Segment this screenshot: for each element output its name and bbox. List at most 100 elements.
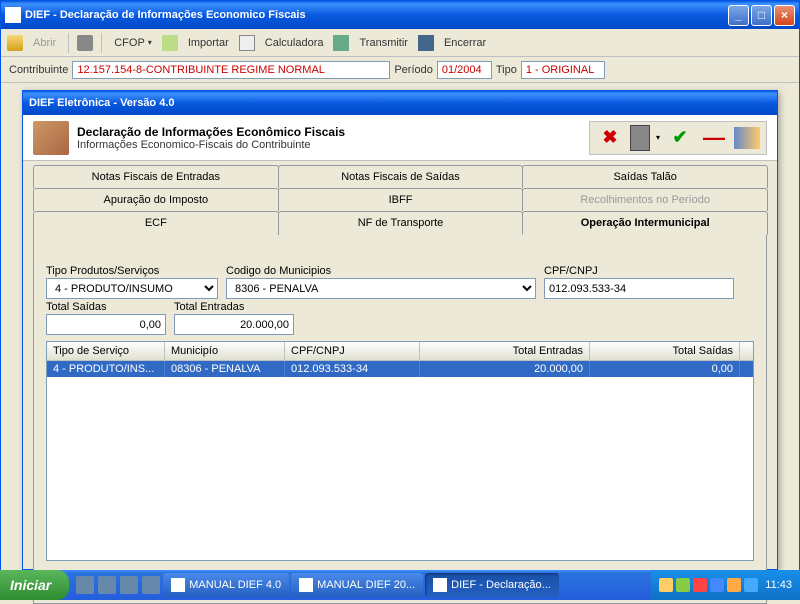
taskbar-items: MANUAL DIEF 4.0 MANUAL DIEF 20... DIEF -… (75, 573, 651, 597)
calculator-icon[interactable] (239, 35, 255, 51)
ie-icon[interactable] (76, 576, 94, 594)
tray-icon[interactable] (727, 578, 741, 592)
separator (68, 33, 69, 53)
tab-recolhimentos[interactable]: Recolhimentos no Período (522, 188, 768, 211)
main-titlebar[interactable]: DIEF - Declaração de Informações Economi… (1, 1, 799, 29)
transmit-icon[interactable] (333, 35, 349, 51)
separator (101, 33, 102, 53)
word-icon (171, 578, 185, 592)
taskbar-item-3[interactable]: DIEF - Declaração... (425, 573, 559, 597)
cpf-input[interactable] (544, 278, 734, 299)
tab-nf-saidas[interactable]: Notas Fiscais de Saídas (278, 165, 524, 188)
cell-entradas: 20.000,00 (420, 361, 590, 377)
form-row-1: Tipo Produtos/Serviços 4 - PRODUTO/INSUM… (46, 265, 754, 299)
transmitir-button[interactable]: Transmitir (355, 35, 411, 51)
clock[interactable]: 11:43 (765, 579, 792, 591)
tab-row-1: Notas Fiscais de Entradas Notas Fiscais … (33, 165, 767, 188)
inner-titles: Declaração de Informações Econômico Fisc… (77, 125, 589, 151)
col-cpf[interactable]: CPF/CNPJ (285, 342, 420, 360)
pinned-icon-2[interactable] (142, 576, 160, 594)
cfop-button[interactable]: CFOP ▾ (110, 35, 156, 51)
close-button[interactable]: × (774, 5, 795, 26)
maximize-button[interactable]: □ (751, 5, 772, 26)
chevron-down-icon: ▾ (148, 38, 152, 47)
periodo-label: Período (394, 64, 433, 76)
main-window-title: DIEF - Declaração de Informações Economi… (25, 9, 306, 21)
periodo-input[interactable] (437, 61, 492, 79)
municipio-group: Codigo do Municipios 8306 - PENALVA (226, 265, 536, 299)
calculadora-button[interactable]: Calculadora (261, 35, 328, 51)
col-total-saidas[interactable]: Total Saídas (590, 342, 740, 360)
folder-icon[interactable] (7, 35, 23, 51)
tab-row-2: Apuração do Imposto IBFF Recolhimentos n… (33, 188, 767, 211)
tab-nf-transporte[interactable]: NF de Transporte (278, 211, 524, 235)
tipo-produtos-label: Tipo Produtos/Serviços (46, 265, 218, 277)
book-icon (33, 121, 69, 155)
contribuinte-input[interactable] (72, 61, 390, 79)
tray-icon[interactable] (744, 578, 758, 592)
inner-window: DIEF Eletrônica - Versão 4.0 Declaração … (22, 90, 778, 570)
tipo-produtos-select[interactable]: 4 - PRODUTO/INSUMO (46, 278, 218, 299)
municipio-select[interactable]: 8306 - PENALVA (226, 278, 536, 299)
tab-nf-entradas[interactable]: Notas Fiscais de Entradas (33, 165, 279, 188)
tipo-label: Tipo (496, 64, 517, 76)
cfop-icon[interactable] (162, 35, 178, 51)
pinned-icon[interactable] (120, 576, 138, 594)
contribuinte-label: Contribuinte (9, 64, 68, 76)
col-municipio[interactable]: Municipío (165, 342, 285, 360)
cancel-button[interactable]: ✖ (596, 124, 624, 152)
toolbar: Abrir CFOP ▾ Importar Calculadora Transm… (1, 29, 799, 57)
tab-apuracao[interactable]: Apuração do Imposto (33, 188, 279, 211)
book-button[interactable] (630, 125, 650, 151)
app-icon (5, 7, 21, 23)
tab-operacao-intermunicipal[interactable]: Operação Intermunicipal (522, 211, 768, 235)
tray-icon[interactable] (676, 578, 690, 592)
data-grid[interactable]: Tipo de Serviço Municipío CPF/CNPJ Total… (46, 341, 754, 561)
action-buttons: ✖ ▾ ✔ — (589, 121, 767, 155)
desktop-icon[interactable] (98, 576, 116, 594)
total-entradas-input[interactable] (174, 314, 294, 335)
taskbar-item-1[interactable]: MANUAL DIEF 4.0 (163, 573, 289, 597)
tipo-input[interactable] (521, 61, 605, 79)
tray-icon[interactable] (693, 578, 707, 592)
tab-ibff[interactable]: IBFF (278, 188, 524, 211)
minimize-button[interactable]: _ (728, 5, 749, 26)
col-tipo-servico[interactable]: Tipo de Serviço (47, 342, 165, 360)
exit-button[interactable] (734, 127, 760, 149)
municipio-label: Codigo do Municipios (226, 265, 536, 277)
encerrar-icon[interactable] (418, 35, 434, 51)
chevron-down-icon[interactable]: ▾ (656, 133, 660, 142)
tab-ecf[interactable]: ECF (33, 211, 279, 235)
abrir-button[interactable]: Abrir (29, 35, 60, 51)
tray-icon[interactable] (659, 578, 673, 592)
cell-municipio: 08306 - PENALVA (165, 361, 285, 377)
inner-title: Declaração de Informações Econômico Fisc… (77, 125, 589, 139)
tab-content: Tipo Produtos/Serviços 4 - PRODUTO/INSUM… (33, 234, 767, 604)
inner-titlebar[interactable]: DIEF Eletrônica - Versão 4.0 (23, 91, 777, 115)
confirm-button[interactable]: ✔ (666, 124, 694, 152)
cell-tipo: 4 - PRODUTO/INS... (47, 361, 165, 377)
tab-saidas-talao[interactable]: Saídas Talão (522, 165, 768, 188)
system-tray[interactable]: 11:43 (651, 570, 800, 600)
inner-subtitle: Informações Economico-Fiscais do Contrib… (77, 139, 589, 151)
start-button[interactable]: Iniciar (0, 570, 69, 600)
total-saidas-input[interactable] (46, 314, 166, 335)
importar-button[interactable]: Importar (184, 35, 233, 51)
taskbar-item-2[interactable]: MANUAL DIEF 20... (291, 573, 423, 597)
form-row-2: Total Saídas Total Entradas (46, 301, 754, 335)
remove-button[interactable]: — (700, 124, 728, 152)
tab-row-3: ECF NF de Transporte Operação Intermunic… (33, 211, 767, 235)
tray-icon[interactable] (710, 578, 724, 592)
window-controls: _ □ × (728, 5, 795, 26)
print-icon[interactable] (77, 35, 93, 51)
taskbar: Iniciar MANUAL DIEF 4.0 MANUAL DIEF 20..… (0, 570, 800, 600)
encerrar-button[interactable]: Encerrar (440, 35, 490, 51)
word-icon (299, 578, 313, 592)
total-entradas-label: Total Entradas (174, 301, 294, 313)
cell-saidas: 0,00 (590, 361, 740, 377)
grid-row-selected[interactable]: 4 - PRODUTO/INS... 08306 - PENALVA 012.0… (47, 361, 753, 377)
total-saidas-group: Total Saídas (46, 301, 166, 335)
col-total-entradas[interactable]: Total Entradas (420, 342, 590, 360)
inner-header: Declaração de Informações Econômico Fisc… (23, 115, 777, 161)
dief-icon (433, 578, 447, 592)
